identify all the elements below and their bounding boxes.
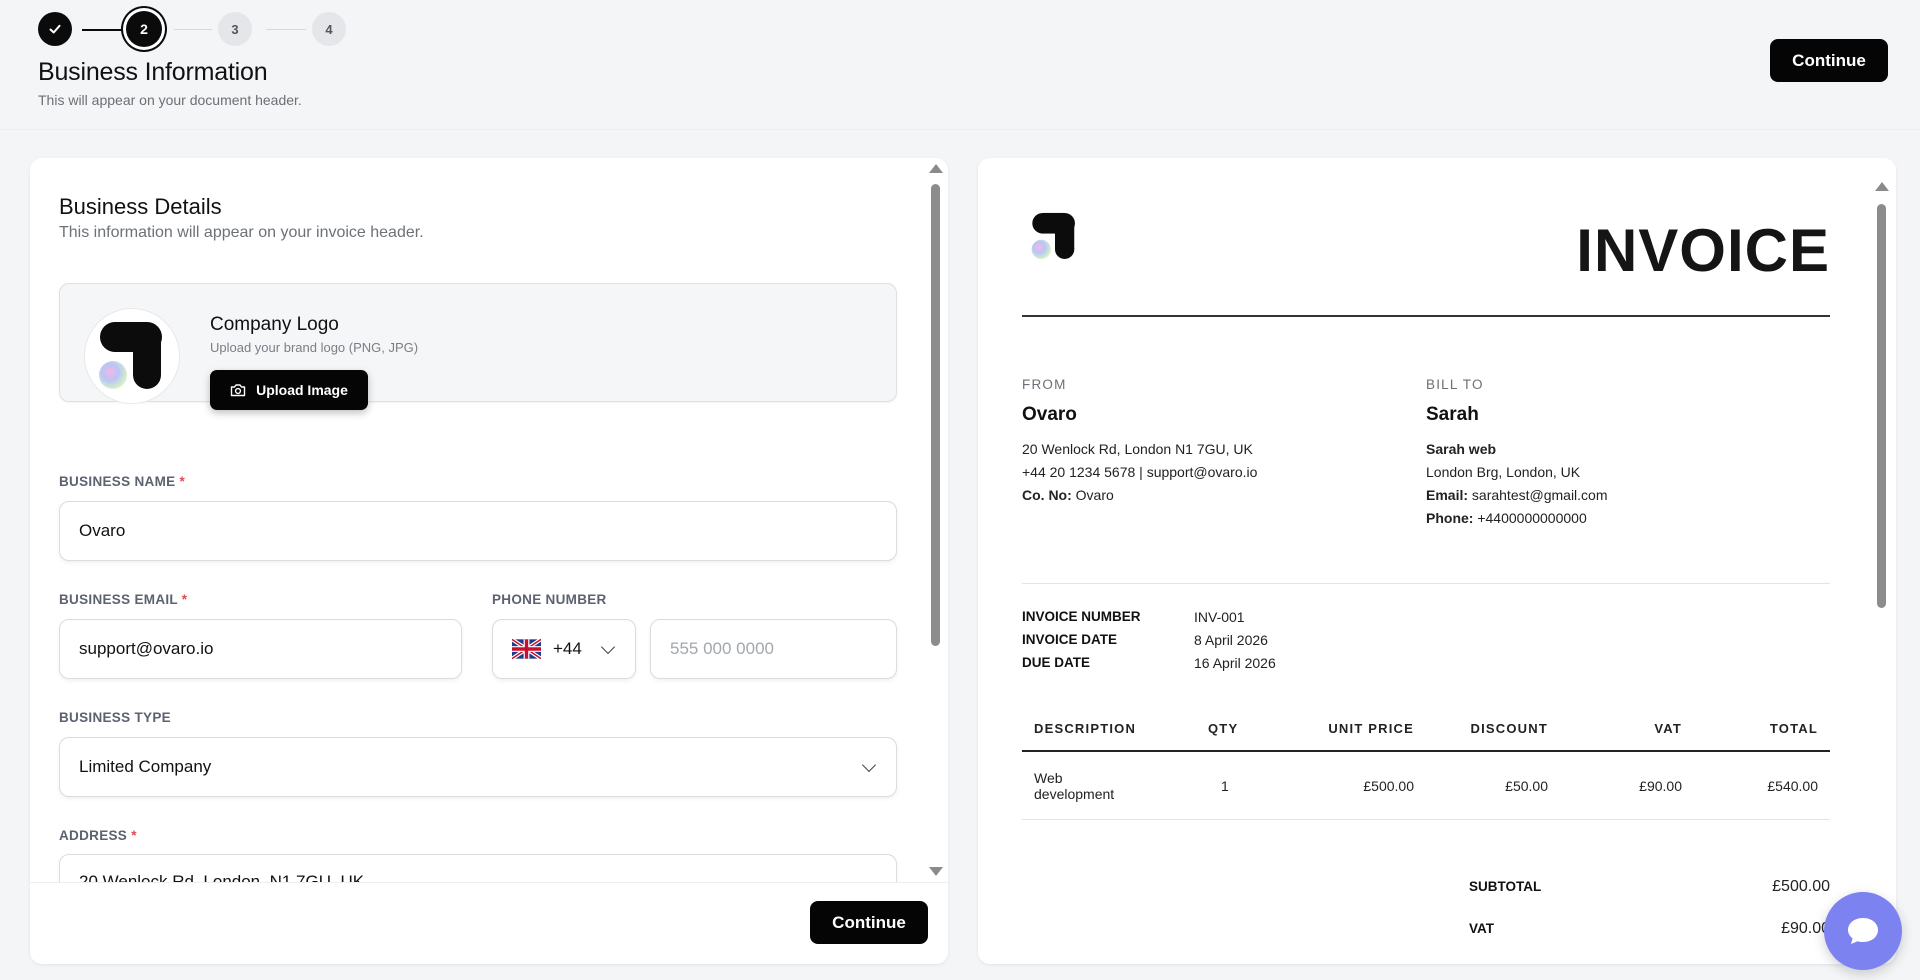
bill-to-name: Sarah [1426,404,1479,425]
country-code-select[interactable]: +44 [492,619,636,679]
invoice-title: INVOICE [1576,217,1830,284]
invoice-scrollbar[interactable] [1874,182,1889,942]
brand-logo-icon [1031,212,1075,259]
invoice-number-label: INVOICE NUMBER [1022,609,1141,624]
column-header-total: TOTAL [1769,721,1818,736]
invoice-preview-card: INVOICE FROM Ovaro 20 Wenlock Rd, London… [978,158,1896,964]
step-1-complete[interactable] [38,12,72,46]
chevron-down-icon [861,757,877,773]
row-description: Web development [1034,770,1115,802]
invoice-date-label: INVOICE DATE [1022,632,1118,647]
bill-to-email: Email: sarahtest@gmail.com [1426,487,1608,503]
logo-preview [84,308,180,404]
upload-image-label: Upload Image [256,382,348,398]
subtotal-value: £500.00 [1772,878,1830,895]
row-unit-price: £500.00 [1363,778,1414,794]
invoice-number-value: INV-001 [1194,609,1245,625]
bill-to-label: BILL TO [1426,377,1484,392]
continue-button-bottom[interactable]: Continue [810,901,928,944]
business-type-label: BUSINESS TYPE [59,710,171,725]
divider [1022,819,1830,820]
form-scroll-area[interactable]: Business Details This information will a… [30,158,930,882]
due-date-value: 16 April 2026 [1194,655,1276,671]
column-header-vat: VAT [1654,721,1682,736]
due-date-label: DUE DATE [1022,655,1091,670]
step-2-current[interactable]: 2 [126,11,162,47]
business-type-select[interactable]: Limited Company [59,737,897,797]
business-details-card: Business Details This information will a… [30,158,948,964]
from-contact: +44 20 1234 5678 | support@ovaro.io [1022,464,1258,480]
bill-to-company: Sarah web [1426,441,1497,457]
stepper: 2 3 4 [38,11,358,47]
phone-number-input[interactable]: 555 000 0000 [650,619,897,679]
business-name-label: BUSINESS NAME * [59,474,186,489]
scroll-up-arrow-icon[interactable] [1875,182,1889,191]
column-header-unit-price: UNIT PRICE [1328,721,1414,736]
invoice-date-value: 8 April 2026 [1194,632,1268,648]
brand-logo-icon [99,322,162,389]
step-4[interactable]: 4 [312,12,346,46]
phone-number-label: PHONE NUMBER [492,592,607,607]
from-address: 20 Wenlock Rd, London N1 7GU, UK [1022,441,1253,457]
address-label: ADDRESS * [59,828,137,843]
row-discount: £50.00 [1505,778,1548,794]
column-header-qty: QTY [1208,721,1239,736]
from-label: FROM [1022,377,1067,392]
scrollbar-thumb[interactable] [931,184,940,646]
business-email-input[interactable]: support@ovaro.io [59,619,462,679]
step-connector [266,29,306,30]
address-input[interactable]: 20 Wenlock Rd, London, N1 7GU, UK [59,854,897,882]
column-header-discount: DISCOUNT [1470,721,1548,736]
step-3[interactable]: 3 [218,12,252,46]
bill-to-phone: Phone: +4400000000000 [1426,510,1587,526]
step-connector [174,29,212,30]
scroll-down-arrow-icon[interactable] [929,867,943,876]
business-email-label: BUSINESS EMAIL * [59,592,188,607]
country-code-value: +44 [553,639,582,658]
company-logo-panel: Company Logo Upload your brand logo (PNG… [59,283,897,410]
chat-button[interactable] [1824,892,1902,970]
divider [1022,583,1830,584]
logo-title: Company Logo [210,314,339,335]
chevron-down-icon [600,639,616,655]
scroll-up-arrow-icon[interactable] [929,164,943,173]
subtotal-label: SUBTOTAL [1469,879,1542,894]
business-type-value: Limited Company [79,757,212,776]
form-footer: Continue [30,882,948,964]
row-qty: 1 [1221,778,1229,794]
row-vat: £90.00 [1639,778,1682,794]
section-subtitle: This information will appear on your inv… [59,224,424,241]
page-subtitle: This will appear on your document header… [38,92,302,108]
camera-icon [230,384,246,397]
vat-total-label: VAT [1469,921,1494,936]
step-connector [82,29,122,31]
from-company-number: Co. No: Ovaro [1022,487,1114,503]
bill-to-address: London Brg, London, UK [1426,464,1581,480]
chat-bubble-icon [1848,918,1878,944]
divider [1022,315,1830,317]
form-scrollbar[interactable] [928,164,943,876]
uk-flag-icon [512,639,541,659]
column-header-description: DESCRIPTION [1034,721,1137,736]
row-total: £540.00 [1767,778,1818,794]
scrollbar-thumb[interactable] [1877,204,1886,608]
vat-total-value: £90.00 [1781,920,1830,937]
check-icon [49,24,61,34]
logo-subtitle: Upload your brand logo (PNG, JPG) [210,340,419,355]
page-title: Business Information [38,58,268,86]
business-name-input[interactable]: Ovaro [59,501,897,561]
top-bar: 2 3 4 Business Information This will app… [0,0,1920,130]
table-header-rule [1022,750,1830,752]
section-title: Business Details [59,194,222,219]
from-name: Ovaro [1022,404,1077,425]
continue-button-top[interactable]: Continue [1770,39,1888,82]
upload-image-button[interactable]: Upload Image [210,370,368,410]
